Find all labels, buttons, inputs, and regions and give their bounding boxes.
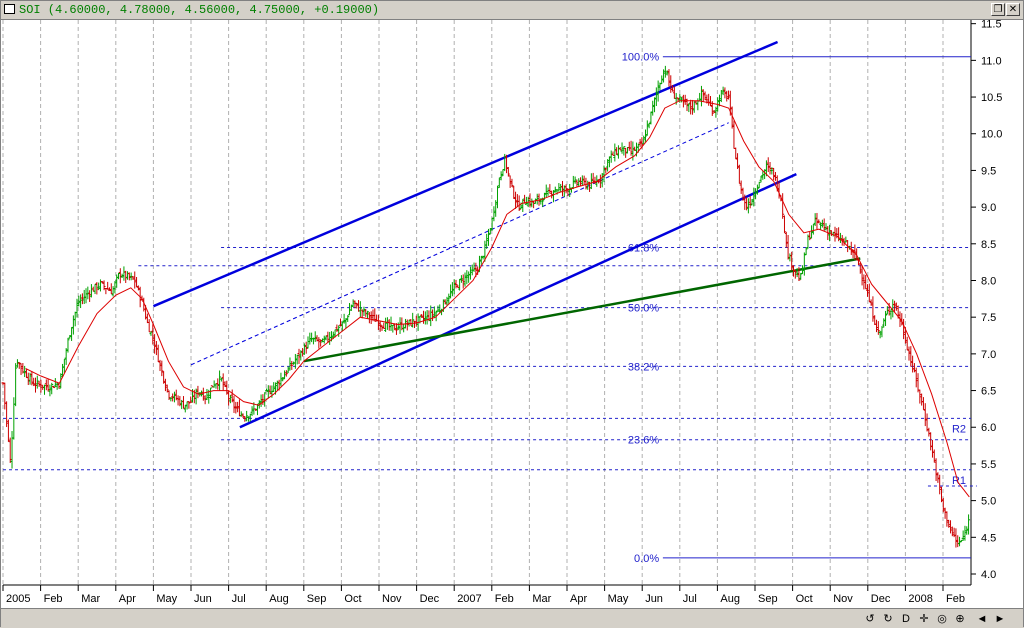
date-mode-icon[interactable]: D xyxy=(899,612,913,626)
pan-icon[interactable]: ✛ xyxy=(917,612,931,626)
y-tick-label: 8.0 xyxy=(981,275,996,287)
x-tick-label: Jul xyxy=(683,593,697,605)
zoom-in-icon[interactable]: ⊕ xyxy=(953,612,967,626)
y-tick-label: 6.0 xyxy=(981,422,996,434)
y-tick-label: 8.5 xyxy=(981,239,996,251)
title-bar[interactable]: SOI (4.60000, 4.78000, 4.56000, 4.75000,… xyxy=(1,1,1023,20)
x-tick-label: Nov xyxy=(382,593,402,605)
x-tick-label: May xyxy=(156,593,177,605)
x-tick-label: Jun xyxy=(645,593,663,605)
x-tick-label: Oct xyxy=(344,593,361,605)
y-tick-label: 7.5 xyxy=(981,312,996,324)
x-tick-label: Dec xyxy=(420,593,440,605)
restore-icon[interactable]: ❐ xyxy=(991,3,1005,16)
fib-level-label: 0.0% xyxy=(634,553,659,565)
window-icon xyxy=(4,4,15,14)
x-tick-label: May xyxy=(608,593,629,605)
scroll-left-end-icon[interactable]: ↺ xyxy=(863,612,877,626)
x-tick-label: Jul xyxy=(232,593,246,605)
x-tick-label: 2008 xyxy=(908,593,932,605)
y-tick-label: 5.0 xyxy=(981,496,996,508)
y-tick-label: 10.5 xyxy=(981,92,1002,104)
y-tick-label: 9.5 xyxy=(981,165,996,177)
x-tick-label: Aug xyxy=(720,593,740,605)
y-tick-label: 10.0 xyxy=(981,129,1002,141)
y-tick-label: 6.5 xyxy=(981,386,996,398)
x-tick-label: Dec xyxy=(871,593,891,605)
x-tick-label: Jun xyxy=(194,593,212,605)
x-tick-label: Sep xyxy=(307,593,327,605)
price-chart[interactable]: 11.5 11.0 10.5 10.0 9.5 9.0 8.5 8.0 7.5 7.0 6.5 6.0… xyxy=(1,20,1023,608)
y-tick-label: 9.0 xyxy=(981,202,996,214)
x-tick-label: Feb xyxy=(946,593,965,605)
scroll-right-icon[interactable]: ► xyxy=(993,612,1007,626)
chart-window: SOI (4.60000, 4.78000, 4.56000, 4.75000,… xyxy=(0,0,1024,628)
x-tick-label: Apr xyxy=(119,593,136,605)
x-tick-label: Feb xyxy=(495,593,514,605)
y-tick-label: 5.5 xyxy=(981,459,996,471)
navigation-bar: ↺ ↻ D ✛ ◎ ⊕ ◄ ► xyxy=(1,608,1023,628)
plot-area xyxy=(3,20,971,585)
x-tick-label: Apr xyxy=(570,593,587,605)
x-tick-label: Sep xyxy=(758,593,778,605)
close-icon[interactable]: ✕ xyxy=(1006,3,1020,16)
x-tick-label: Oct xyxy=(796,593,813,605)
zoom-out-icon[interactable]: ↻ xyxy=(881,612,895,626)
window-title: SOI (4.60000, 4.78000, 4.56000, 4.75000,… xyxy=(19,3,380,17)
x-tick-label: 2007 xyxy=(457,593,481,605)
y-tick-label: 4.5 xyxy=(981,532,996,544)
x-tick-label: Feb xyxy=(44,593,63,605)
y-tick-label: 11.5 xyxy=(981,20,1002,31)
fib-level-label: 38.2% xyxy=(628,361,659,373)
zoom-reset-icon[interactable]: ◎ xyxy=(935,612,949,626)
x-tick-label: Nov xyxy=(833,593,853,605)
sr-level-label: R1 xyxy=(952,475,966,487)
fib-level-label: 23.6% xyxy=(628,435,659,447)
y-tick-label: 4.0 xyxy=(981,569,996,581)
fib-level-label: 100.0% xyxy=(622,52,660,64)
x-tick-label: Aug xyxy=(269,593,289,605)
scroll-left-icon[interactable]: ◄ xyxy=(975,612,989,626)
y-tick-label: 7.0 xyxy=(981,349,996,361)
sr-level-label: R2 xyxy=(952,423,966,435)
x-tick-label: Mar xyxy=(532,593,551,605)
x-tick-label: Mar xyxy=(81,593,100,605)
x-tick-label: 2005 xyxy=(6,593,30,605)
y-tick-label: 11.0 xyxy=(981,55,1002,67)
fib-level-label: 50.0% xyxy=(628,303,659,315)
